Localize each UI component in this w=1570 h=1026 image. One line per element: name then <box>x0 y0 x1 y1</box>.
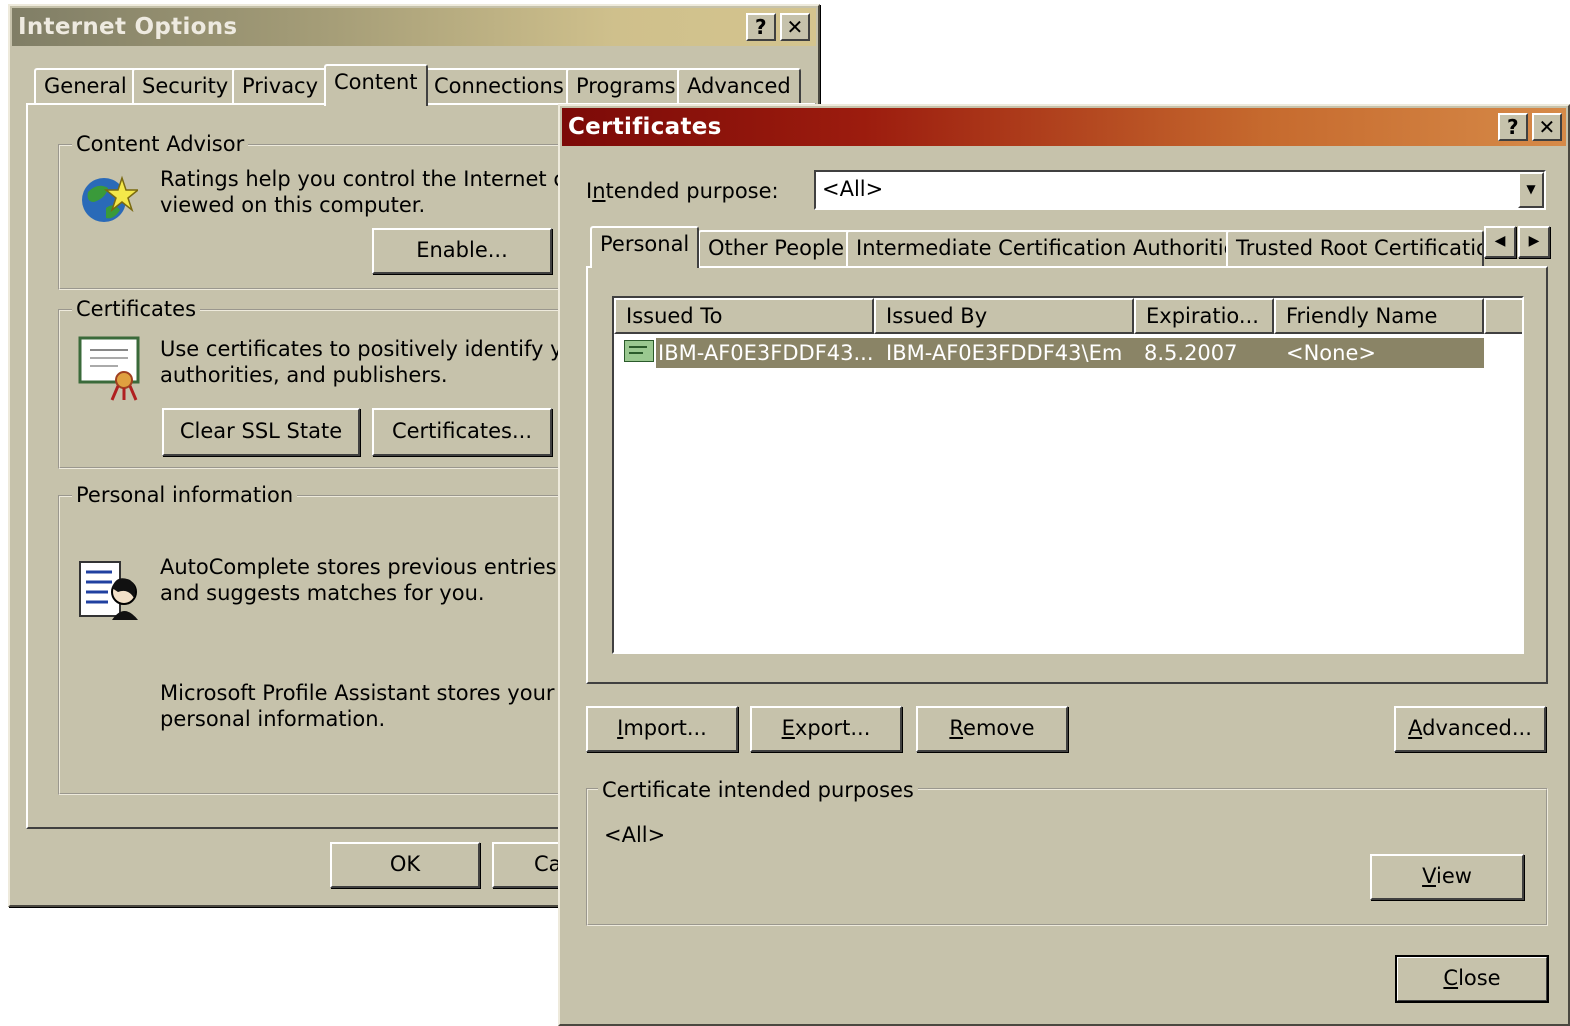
column-friendly-name[interactable]: Friendly Name <box>1274 298 1484 334</box>
tab-scroll-right-icon[interactable]: ▶ <box>1518 226 1550 258</box>
tab-personal[interactable]: Personal <box>590 226 700 268</box>
tab-scroll-left-icon[interactable]: ◀ <box>1484 226 1516 258</box>
enable-button[interactable]: Enable... <box>372 228 552 274</box>
view-button[interactable]: View <box>1370 854 1524 900</box>
autocomplete-desc-1: AutoComplete stores previous entries <box>160 555 557 579</box>
close-icon[interactable]: ✕ <box>1532 113 1562 141</box>
certificates-button[interactable]: Certificates... <box>372 408 552 456</box>
close-button[interactable]: Close <box>1395 955 1549 1003</box>
import-button[interactable]: Import... <box>586 706 738 752</box>
content-advisor-desc-2: viewed on this computer. <box>160 193 426 217</box>
profile-assistant-desc-2: personal information. <box>160 707 386 731</box>
tab-general[interactable]: General <box>34 68 137 104</box>
table-row[interactable]: IBM-AF0E3FDDF43... IBM-AF0E3FDDF43\Emir … <box>614 338 1522 368</box>
certificates-title: Certificates <box>568 114 722 140</box>
personal-information-label: Personal information <box>72 483 298 507</box>
tab-security[interactable]: Security <box>132 68 239 104</box>
internet-options-title: Internet Options <box>18 14 238 40</box>
tab-trusted-root[interactable]: Trusted Root Certification <box>1226 230 1484 266</box>
certificates-list[interactable]: Issued To Issued By Expiratio... Friendl… <box>612 296 1524 654</box>
tab-other-people[interactable]: Other People <box>698 230 855 266</box>
certificates-label: Certificates <box>72 297 201 321</box>
column-issued-to[interactable]: Issued To <box>614 298 874 334</box>
certificates-window: Certificates ? ✕ Intended purpose: <All>… <box>558 104 1570 1026</box>
help-button[interactable]: ? <box>746 13 776 41</box>
intended-purposes-label: Certificate intended purposes <box>598 778 918 802</box>
column-issued-by[interactable]: Issued By <box>874 298 1134 334</box>
advanced-button[interactable]: Advanced... <box>1394 706 1546 752</box>
tab-content[interactable]: Content <box>324 64 428 106</box>
profile-assistant-desc-1: Microsoft Profile Assistant stores your <box>160 681 555 705</box>
certificates-titlebar[interactable]: Certificates ? ✕ <box>562 108 1566 146</box>
intended-purpose-label: Intended purpose: <box>586 179 779 203</box>
internet-options-titlebar[interactable]: Internet Options ? ✕ <box>12 8 816 46</box>
ok-button[interactable]: OK <box>330 842 480 888</box>
cell-issued-by: IBM-AF0E3FDDF43\Emir <box>886 341 1122 365</box>
certificate-icon <box>78 336 142 407</box>
autocomplete-icon <box>78 558 140 627</box>
certificates-desc-1: Use certificates to positively identify … <box>160 337 622 361</box>
remove-button[interactable]: Remove <box>916 706 1068 752</box>
content-advisor-label: Content Advisor <box>72 132 249 156</box>
column-expiration[interactable]: Expiratio... <box>1134 298 1274 334</box>
cell-expiration: 8.5.2007 <box>1144 341 1238 365</box>
cell-issued-to: IBM-AF0E3FDDF43... <box>658 341 874 365</box>
certificates-desc-2: authorities, and publishers. <box>160 363 448 387</box>
autocomplete-desc-2: and suggests matches for you. <box>160 581 485 605</box>
list-header: Issued To Issued By Expiratio... Friendl… <box>614 298 1522 334</box>
chevron-down-icon[interactable]: ▼ <box>1518 172 1544 208</box>
intended-purpose-value: <All> <box>822 177 884 201</box>
tab-privacy[interactable]: Privacy <box>232 68 329 104</box>
intended-purposes-value: <All> <box>604 823 666 847</box>
tab-intermediate-ca[interactable]: Intermediate Certification Authorities <box>846 230 1258 266</box>
tab-advanced[interactable]: Advanced <box>677 68 801 104</box>
export-button[interactable]: Export... <box>750 706 902 752</box>
help-button[interactable]: ? <box>1498 113 1528 141</box>
tab-trusted-root-label: Trusted Root Certification <box>1236 236 1484 260</box>
certificate-item-icon <box>624 340 654 362</box>
tab-programs[interactable]: Programs <box>566 68 686 104</box>
tab-connections[interactable]: Connections <box>424 68 574 104</box>
clear-ssl-state-button[interactable]: Clear SSL State <box>162 408 360 456</box>
cell-friendly-name: <None> <box>1286 341 1376 365</box>
intended-purpose-select[interactable]: <All> ▼ <box>814 170 1546 210</box>
ratings-globe-icon <box>78 172 141 231</box>
column-filler <box>1484 298 1522 334</box>
close-icon[interactable]: ✕ <box>780 13 810 41</box>
content-advisor-desc-1: Ratings help you control the Internet co… <box>160 167 613 191</box>
personal-information-group <box>58 495 618 795</box>
